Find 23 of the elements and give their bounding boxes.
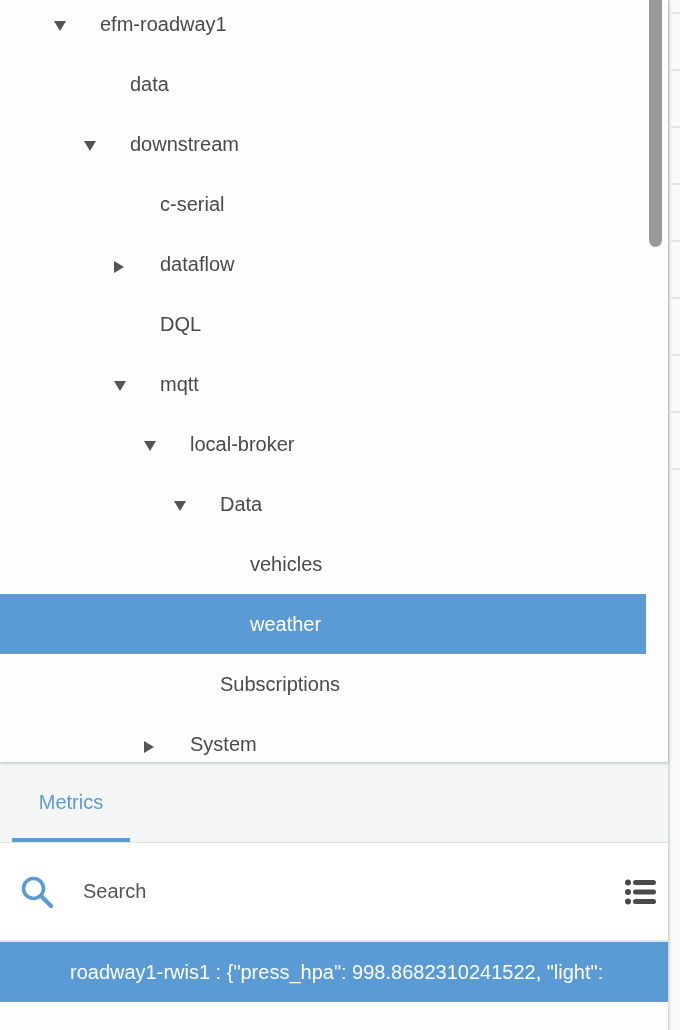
search-field[interactable]: Search (83, 871, 605, 912)
tree-item[interactable]: local-broker (0, 414, 646, 474)
tree-item[interactable]: DQL (0, 294, 646, 354)
tree-item[interactable]: vehicles (0, 534, 646, 594)
tree-item[interactable]: System (0, 714, 646, 762)
tree-item[interactable]: mqtt (0, 354, 646, 414)
tree-item[interactable]: c-serial (0, 174, 646, 234)
list-icon[interactable] (625, 878, 656, 905)
caret-down-icon[interactable] (174, 501, 186, 511)
tree-item[interactable]: downstream (0, 114, 646, 174)
scrollbar[interactable] (649, 0, 662, 247)
caret-down-icon[interactable] (144, 441, 156, 451)
tree-item[interactable]: data (0, 54, 646, 114)
tree-item[interactable]: Subscriptions (0, 654, 646, 714)
tree-item[interactable]: Data (0, 474, 646, 534)
caret-right-icon[interactable] (144, 740, 154, 753)
caret-down-icon[interactable] (54, 21, 66, 31)
tree-item[interactable]: dataflow (0, 234, 646, 294)
caret-down-icon[interactable] (114, 381, 126, 391)
tree-item[interactable]: efm-roadway1 (0, 0, 646, 54)
caret-right-icon[interactable] (114, 260, 124, 273)
search-icon[interactable] (21, 875, 53, 908)
caret-down-icon[interactable] (84, 141, 96, 151)
